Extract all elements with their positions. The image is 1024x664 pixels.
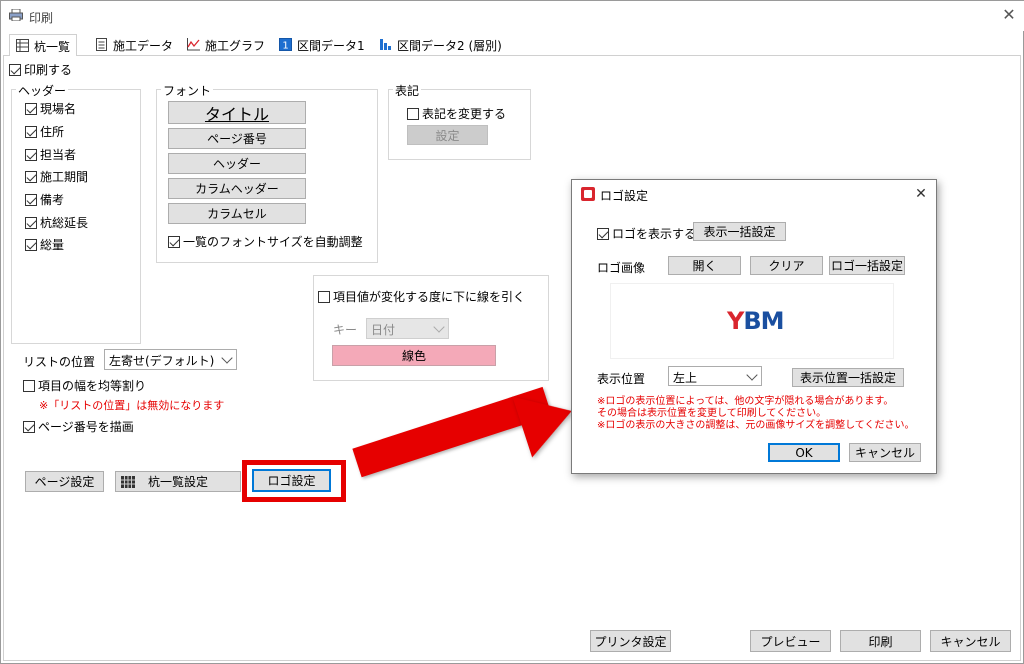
close-icon[interactable]: ✕ — [999, 5, 1019, 25]
checkbox-mark — [23, 380, 35, 392]
printer-icon — [9, 9, 23, 21]
checkbox-mark — [168, 236, 180, 248]
header-item-site-name[interactable]: 現場名 — [25, 100, 76, 117]
show-bulk-setting-button[interactable]: 表示一括設定 — [693, 222, 786, 241]
tab-construction-graph[interactable]: 施工グラフ — [181, 34, 271, 56]
logo-settings-icon — [581, 187, 595, 201]
header-item-person-in-charge[interactable]: 担当者 — [25, 146, 76, 163]
display-position-bulk-button[interactable]: 表示位置一括設定 — [792, 368, 904, 387]
checkbox-mark — [318, 291, 330, 303]
dialog-title-bar: ロゴ設定 ✕ — [572, 180, 936, 208]
print-button[interactable]: 印刷 — [840, 630, 921, 652]
logo-note-3: ※ロゴの表示の大きさの調整は、元の画像サイズを調整してください。 — [597, 420, 915, 431]
list-position-select[interactable]: 左寄せ(デフォルト) — [104, 349, 237, 370]
draw-line-checkbox[interactable]: 項目値が変化する度に下に線を引く — [318, 288, 525, 305]
equal-width-checkbox[interactable]: 項目の幅を均等割り — [23, 377, 146, 394]
logo-settings-dialog: ロゴ設定 ✕ ロゴを表示する 表示一括設定 ロゴ画像 開く クリア ロゴ一括設定… — [571, 179, 937, 474]
ok-button[interactable]: OK — [768, 443, 840, 462]
checkbox-mark — [25, 194, 37, 206]
line-chart-icon — [187, 38, 200, 51]
ybm-logo: YBM — [727, 307, 785, 335]
font-column-header-button[interactable]: カラムヘッダー — [168, 178, 306, 199]
document-icon — [96, 38, 107, 51]
logo-bulk-setting-button[interactable]: ロゴ一括設定 — [829, 256, 905, 275]
dialog-title: ロゴ設定 — [600, 189, 649, 203]
preview-button[interactable]: プレビュー — [750, 630, 831, 652]
tab-construction-data[interactable]: 施工データ — [89, 34, 179, 56]
header-item-total-pile-length[interactable]: 杭総延長 — [25, 214, 88, 231]
tab-pile-list[interactable]: 杭一覧 — [9, 34, 78, 57]
checkbox-mark — [25, 217, 37, 229]
header-item-address[interactable]: 住所 — [25, 123, 64, 140]
chevron-down-icon — [433, 321, 445, 333]
print-enabled-checkbox[interactable]: 印刷する — [9, 61, 72, 78]
checkbox-mark — [9, 64, 21, 76]
chevron-down-icon — [221, 352, 233, 364]
header-item-total-quantity[interactable]: 総量 — [25, 236, 64, 253]
open-button[interactable]: 開く — [668, 256, 741, 275]
layer-chart-icon — [380, 39, 391, 50]
grid-icon — [121, 476, 135, 488]
close-icon[interactable]: ✕ — [912, 185, 930, 203]
key-select[interactable]: 日付 — [366, 318, 449, 339]
title-bar: 印刷 ✕ — [1, 1, 1024, 31]
font-header-button[interactable]: ヘッダー — [168, 153, 306, 174]
annotation-highlight-box — [242, 460, 346, 502]
checkbox-mark — [23, 421, 35, 433]
change-notation-checkbox[interactable]: 表記を変更する — [407, 105, 506, 122]
font-title-button[interactable]: タイトル — [168, 101, 306, 124]
draw-page-number-checkbox[interactable]: ページ番号を描画 — [23, 418, 134, 435]
page-setup-button[interactable]: ページ設定 — [25, 471, 104, 492]
checkbox-mark — [597, 228, 609, 240]
line-color-button[interactable]: 線色 — [332, 345, 496, 366]
number-one-icon: 1 — [279, 38, 292, 51]
window-title: 印刷 — [29, 11, 54, 25]
checkbox-mark — [25, 171, 37, 183]
tab-section-data-2[interactable]: 区間データ2 (層別) — [373, 34, 508, 56]
header-item-construction-period[interactable]: 施工期間 — [25, 168, 88, 185]
printer-setup-button[interactable]: プリンタ設定 — [590, 630, 671, 652]
header-item-remarks[interactable]: 備考 — [25, 191, 64, 208]
checkbox-mark — [25, 126, 37, 138]
key-label: キー — [333, 323, 358, 337]
font-group-title: フォント — [161, 82, 214, 99]
table-icon — [16, 39, 29, 52]
tab-section-data-1[interactable]: 1 区間データ1 — [273, 34, 371, 56]
notation-group-title: 表記 — [393, 82, 422, 99]
logo-preview: YBM — [610, 283, 894, 359]
auto-font-size-checkbox[interactable]: 一覧のフォントサイズを自動調整 — [168, 233, 363, 250]
list-position-label: リストの位置 — [23, 355, 96, 369]
show-logo-checkbox[interactable]: ロゴを表示する — [597, 225, 696, 242]
dialog-cancel-button[interactable]: キャンセル — [849, 443, 921, 462]
checkbox-mark — [25, 239, 37, 251]
display-position-select[interactable]: 左上 — [668, 366, 762, 386]
equal-width-note: ※「リストの位置」は無効になります — [39, 399, 225, 412]
cancel-button[interactable]: キャンセル — [930, 630, 1011, 652]
svg-text:1: 1 — [282, 41, 288, 52]
chevron-down-icon — [746, 369, 758, 381]
print-window: 印刷 ✕ 杭一覧 施工データ 施工グラフ 1 区間データ1 区間データ2 (層別… — [0, 0, 1024, 664]
notation-settings-button[interactable]: 設定 — [407, 125, 488, 145]
font-page-number-button[interactable]: ページ番号 — [168, 128, 306, 149]
display-position-label: 表示位置 — [597, 372, 646, 386]
checkbox-mark — [25, 149, 37, 161]
tab-bar: 杭一覧 施工データ 施工グラフ 1 区間データ1 区間データ2 (層別) — [3, 34, 1021, 57]
logo-image-label: ロゴ画像 — [597, 261, 646, 275]
pile-list-setup-button[interactable]: 杭一覧設定 — [115, 471, 241, 492]
font-column-cell-button[interactable]: カラムセル — [168, 203, 306, 224]
header-group-title: ヘッダー — [16, 82, 69, 99]
checkbox-mark — [407, 108, 419, 120]
checkbox-mark — [25, 103, 37, 115]
clear-button[interactable]: クリア — [750, 256, 823, 275]
